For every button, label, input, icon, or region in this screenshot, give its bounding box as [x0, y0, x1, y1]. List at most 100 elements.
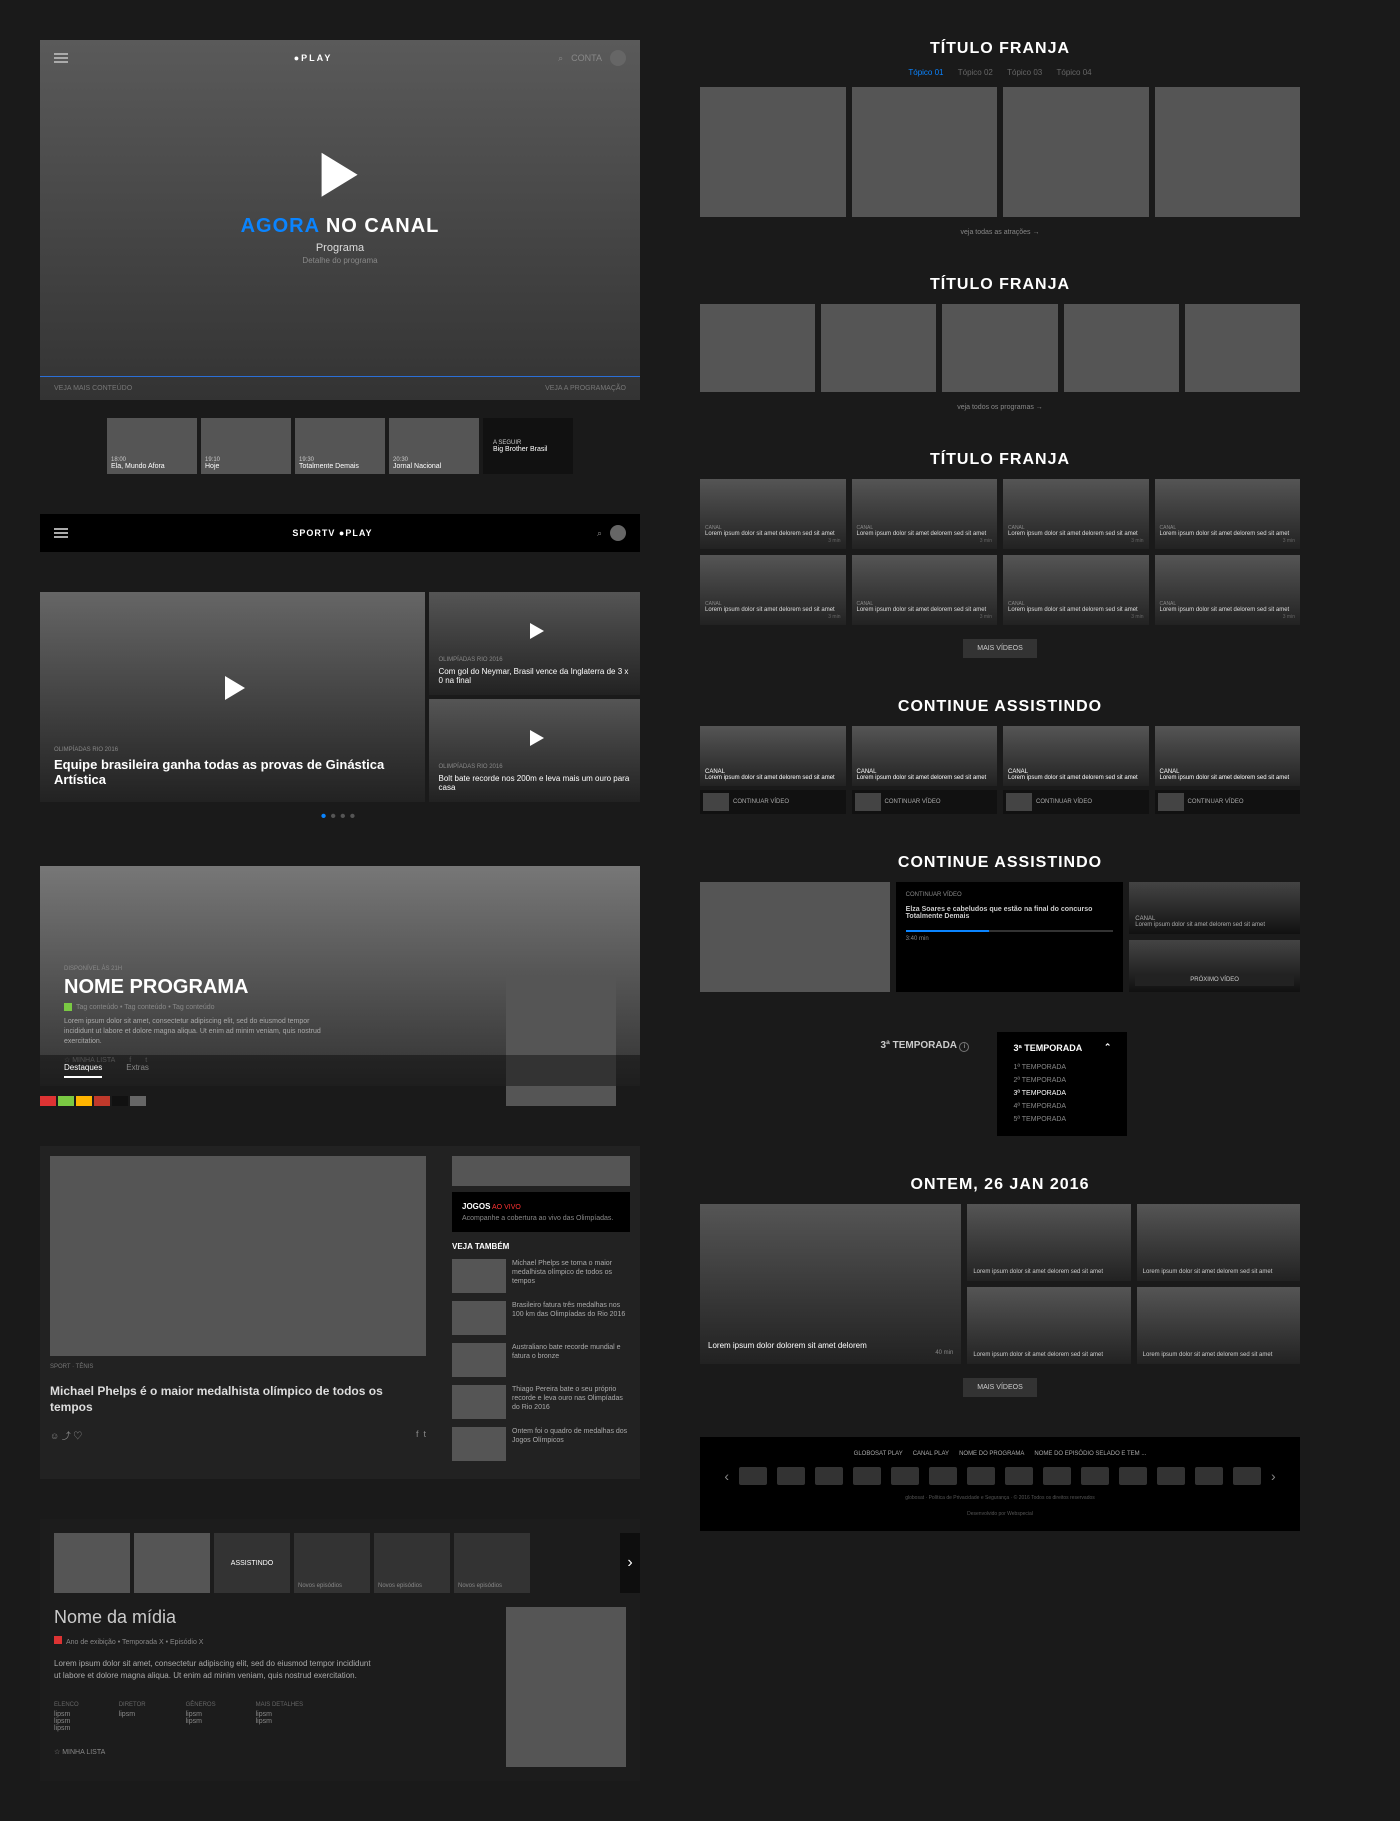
- more-videos-button[interactable]: MAIS VÍDEOS: [963, 639, 1037, 658]
- poster-tile[interactable]: [942, 304, 1057, 392]
- channel-logo[interactable]: [929, 1467, 957, 1485]
- channel-logo[interactable]: [1005, 1467, 1033, 1485]
- search-icon[interactable]: ⌕: [597, 528, 602, 539]
- date-card[interactable]: Lorem ipsum dolor sit amet delorem sed s…: [967, 1204, 1130, 1281]
- video-card[interactable]: CANALLorem ipsum dolor sit amet delorem …: [1155, 555, 1301, 625]
- avatar[interactable]: [610, 525, 626, 541]
- video-card[interactable]: CANALLorem ipsum dolor sit amet delorem …: [852, 479, 998, 549]
- tab-extras[interactable]: Extras: [126, 1063, 149, 1078]
- poster-tile[interactable]: [852, 87, 998, 217]
- continue-item[interactable]: CANALLorem ipsum dolor sit amet delorem …: [852, 726, 998, 814]
- topic-tab[interactable]: Tópico 03: [1007, 68, 1042, 77]
- date-card[interactable]: Lorem ipsum dolor sit amet delorem sed s…: [1137, 1204, 1300, 1281]
- season-option[interactable]: 1ª TEMPORADA: [1013, 1061, 1111, 1074]
- schedule-item[interactable]: 20:30Jornal Nacional: [389, 418, 479, 474]
- related-item[interactable]: Australiano bate recorde mundial e fatur…: [452, 1343, 630, 1377]
- tab-tile[interactable]: [134, 1533, 210, 1593]
- date-hero[interactable]: Lorem ipsum dolor dolorem sit amet delor…: [700, 1204, 961, 1364]
- tab-tile[interactable]: [54, 1533, 130, 1593]
- related-item[interactable]: Brasileiro fatura três medalhas nos 100 …: [452, 1301, 630, 1335]
- play-icon[interactable]: [322, 153, 358, 197]
- chevron-up-icon[interactable]: ⌃: [1104, 1042, 1112, 1053]
- date-card[interactable]: Lorem ipsum dolor sit amet delorem sed s…: [1137, 1287, 1300, 1364]
- video-card[interactable]: CANALLorem ipsum dolor sit amet delorem …: [1155, 479, 1301, 549]
- poster-tile[interactable]: [821, 304, 936, 392]
- next-card[interactable]: CANALLorem ipsum dolor sit amet delorem …: [1129, 882, 1300, 934]
- poster-tile[interactable]: [1064, 304, 1179, 392]
- chevron-right-icon[interactable]: ›: [620, 1533, 640, 1593]
- video-card[interactable]: CANALLorem ipsum dolor sit amet delorem …: [700, 555, 846, 625]
- continue-item[interactable]: CANALLorem ipsum dolor sit amet delorem …: [700, 726, 846, 814]
- tab-tile[interactable]: Novos episódios: [454, 1533, 530, 1593]
- poster-tile[interactable]: [1003, 87, 1149, 217]
- menu-icon[interactable]: [54, 53, 68, 63]
- twitter-icon[interactable]: t: [423, 1429, 426, 1439]
- channel-logo[interactable]: [739, 1467, 767, 1485]
- poster-tile[interactable]: [700, 87, 846, 217]
- schedule-next[interactable]: A SEGUIRBig Brother Brasil: [483, 418, 573, 474]
- feature-thumb[interactable]: [700, 882, 890, 992]
- channel-logo[interactable]: [1157, 1467, 1185, 1485]
- schedule-link[interactable]: VEJA A PROGRAMAÇÃO: [545, 385, 626, 392]
- next-video-button[interactable]: PRÓXIMO VÍDEO: [1129, 940, 1300, 992]
- chevron-right-icon[interactable]: ›: [1271, 1468, 1276, 1484]
- poster-tile[interactable]: [700, 304, 815, 392]
- channel-logo[interactable]: [777, 1467, 805, 1485]
- channel-logo[interactable]: [1081, 1467, 1109, 1485]
- add-to-list[interactable]: ☆ MINHA LISTA: [54, 1748, 486, 1756]
- search-icon[interactable]: ⌕: [558, 53, 563, 64]
- more-videos-button[interactable]: MAIS VÍDEOS: [963, 1378, 1037, 1397]
- avatar[interactable]: [610, 50, 626, 66]
- continue-item[interactable]: CANALLorem ipsum dolor sit amet delorem …: [1003, 726, 1149, 814]
- topic-tab[interactable]: Tópico 02: [958, 68, 993, 77]
- channel-logo[interactable]: [1195, 1467, 1223, 1485]
- channel-logo[interactable]: [815, 1467, 843, 1485]
- see-all-link[interactable]: veja todas as atrações →: [700, 229, 1300, 236]
- tab-tile[interactable]: Novos episódios: [374, 1533, 450, 1593]
- more-content-link[interactable]: VEJA MAIS CONTEÚDO: [54, 385, 132, 392]
- menu-icon[interactable]: [54, 528, 68, 538]
- related-item[interactable]: Ontem foi o quadro de medalhas dos Jogos…: [452, 1427, 630, 1461]
- schedule-item[interactable]: 18:00Ela, Mundo Afora: [107, 418, 197, 474]
- chevron-left-icon[interactable]: ‹: [724, 1468, 729, 1484]
- video-card[interactable]: CANALLorem ipsum dolor sit amet delorem …: [700, 479, 846, 549]
- video-card[interactable]: CANALLorem ipsum dolor sit amet delorem …: [1003, 555, 1149, 625]
- channel-logo[interactable]: [1119, 1467, 1147, 1485]
- facebook-icon[interactable]: f: [416, 1429, 419, 1439]
- channel-logo[interactable]: [1043, 1467, 1071, 1485]
- related-item[interactable]: Michael Phelps se torna o maior medalhis…: [452, 1259, 630, 1293]
- channel-logo[interactable]: [1233, 1467, 1261, 1485]
- schedule-item[interactable]: 19:30Totalmente Demais: [295, 418, 385, 474]
- topic-tab[interactable]: Tópico 01: [908, 68, 943, 77]
- breadcrumb: GLOBOSAT PLAY CANAL PLAY NOME DO PROGRAM…: [714, 1451, 1286, 1457]
- channel-logo[interactable]: [853, 1467, 881, 1485]
- reactions[interactable]: ☺ ⤴ ♡: [50, 1429, 82, 1442]
- continue-item[interactable]: CANALLorem ipsum dolor sit amet delorem …: [1155, 726, 1301, 814]
- pager-dots[interactable]: ••••: [40, 808, 640, 826]
- season-dropdown-closed[interactable]: 3ª TEMPORADA i: [873, 1032, 978, 1060]
- related-item[interactable]: Thiago Pereira bate o seu próprio record…: [452, 1385, 630, 1419]
- tab-highlights[interactable]: Destaques: [64, 1063, 102, 1078]
- channel-logo[interactable]: [967, 1467, 995, 1485]
- poster-tile[interactable]: [1155, 87, 1301, 217]
- topic-tab[interactable]: Tópico 04: [1056, 68, 1091, 77]
- season-option[interactable]: 2ª TEMPORADA: [1013, 1074, 1111, 1087]
- poster-tile[interactable]: [1185, 304, 1300, 392]
- video-card[interactable]: CANALLorem ipsum dolor sit amet delorem …: [1003, 479, 1149, 549]
- article-video[interactable]: [50, 1156, 426, 1356]
- see-all-link[interactable]: veja todos os programas →: [700, 404, 1300, 411]
- video-card[interactable]: CANALLorem ipsum dolor sit amet delorem …: [852, 555, 998, 625]
- tab-tile[interactable]: Novos episódios: [294, 1533, 370, 1593]
- season-option[interactable]: 4ª TEMPORADA: [1013, 1100, 1111, 1113]
- live-box[interactable]: JOGOS AO VIVO Acompanhe a cobertura ao v…: [452, 1192, 630, 1232]
- news-card[interactable]: OLIMPÍADAS RIO 2016Com gol do Neymar, Br…: [429, 592, 640, 695]
- tab-watching[interactable]: ASSISTINDO: [214, 1533, 290, 1593]
- season-option[interactable]: 5ª TEMPORADA: [1013, 1113, 1111, 1126]
- news-card[interactable]: OLIMPÍADAS RIO 2016Bolt bate recorde nos…: [429, 699, 640, 802]
- date-card[interactable]: Lorem ipsum dolor sit amet delorem sed s…: [967, 1287, 1130, 1364]
- channel-logo[interactable]: [891, 1467, 919, 1485]
- account-label[interactable]: CONTA: [571, 53, 602, 63]
- schedule-item[interactable]: 19:10Hoje: [201, 418, 291, 474]
- season-option[interactable]: 3ª TEMPORADA: [1013, 1087, 1111, 1100]
- news-hero[interactable]: OLIMPÍADAS RIO 2016 Equipe brasileira ga…: [40, 592, 425, 802]
